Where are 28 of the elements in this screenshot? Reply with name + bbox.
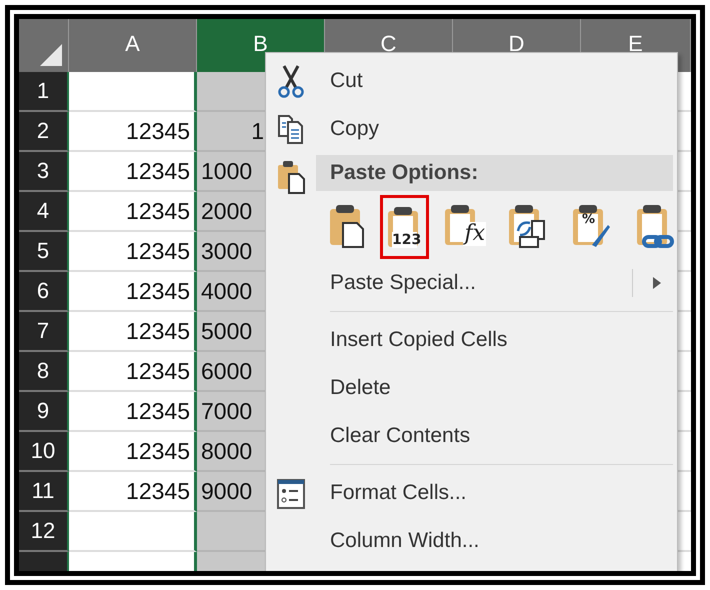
row-header[interactable]: 2	[19, 112, 69, 152]
clipboard-icon	[506, 203, 546, 249]
row-header[interactable]: 5	[19, 232, 69, 272]
row-header[interactable]: 7	[19, 312, 69, 352]
row-header[interactable]: 11	[19, 472, 69, 512]
row-header[interactable]: 1	[19, 72, 69, 112]
clipboard-icon	[276, 160, 306, 194]
menu-item[interactable]: Column Width...	[266, 517, 677, 565]
row-header[interactable]: 6	[19, 272, 69, 312]
scissors-icon	[276, 64, 306, 98]
row-header[interactable]: 3	[19, 152, 69, 192]
copy-icon	[276, 112, 306, 146]
clipboard-icon	[327, 203, 367, 249]
clipboard-icon	[570, 203, 610, 249]
row-header[interactable]: 9	[19, 392, 69, 432]
column-header[interactable]: A	[69, 19, 197, 72]
row-header[interactable]: 12	[19, 512, 69, 552]
select-all-corner[interactable]	[19, 19, 69, 72]
submenu-arrow-icon	[653, 277, 661, 289]
row-header[interactable]: 10	[19, 432, 69, 472]
row-header[interactable]: 4	[19, 192, 69, 232]
clipboard-icon	[634, 203, 674, 249]
row-header[interactable]: 8	[19, 352, 69, 392]
format-cells-icon	[276, 476, 306, 510]
paste-option-button[interactable]: %	[567, 197, 613, 253]
paste-option-button[interactable]: fx	[439, 197, 485, 253]
triangle-icon	[40, 44, 62, 66]
menu-section-heading: Paste Options:	[316, 155, 673, 191]
